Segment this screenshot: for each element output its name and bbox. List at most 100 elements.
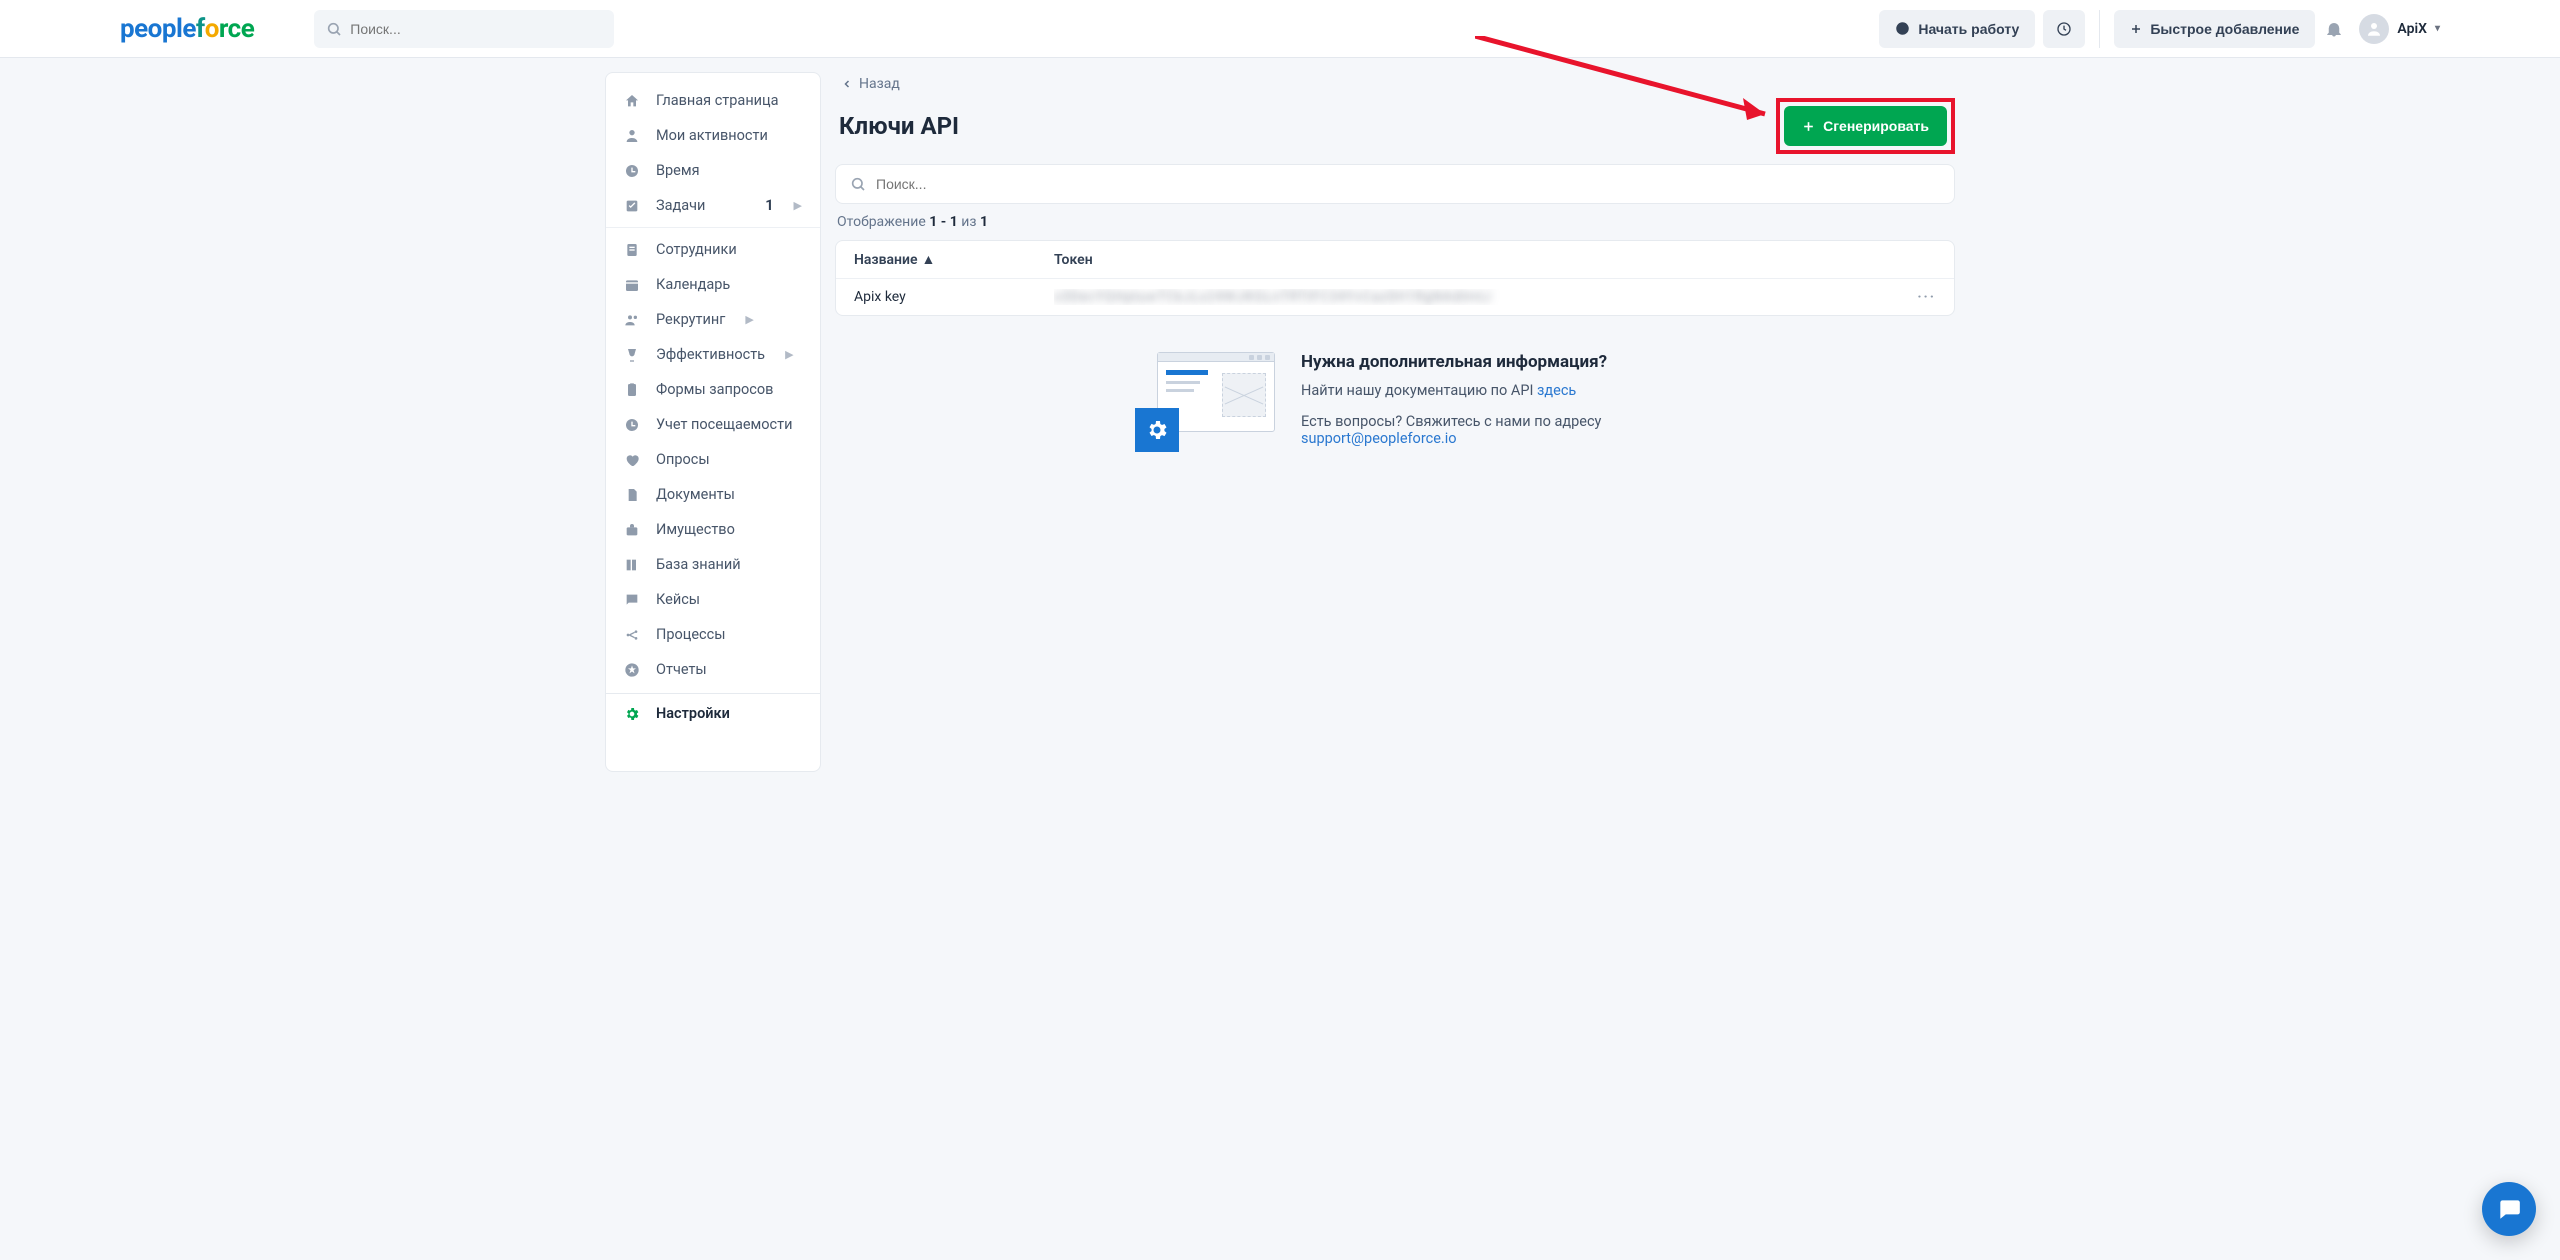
sidebar-item-label: Задачи — [656, 197, 705, 214]
start-work-label: Начать работу — [1918, 21, 2019, 37]
sidebar-item-label: Отчеты — [656, 661, 707, 678]
sort-asc-icon: ▲ — [922, 251, 936, 268]
sidebar-icon — [624, 627, 642, 643]
sidebar-icon — [624, 198, 642, 214]
sidebar-icon — [624, 163, 642, 179]
back-link[interactable]: Назад — [841, 76, 900, 92]
chevron-right-icon: ▶ — [785, 348, 793, 361]
sidebar-item-10[interactable]: Опросы — [606, 442, 820, 477]
notifications-button[interactable] — [2325, 20, 2343, 38]
sidebar-item-label: Настройки — [656, 705, 730, 722]
caret-down-icon: ▾ — [2435, 23, 2440, 34]
sidebar-icon — [624, 487, 642, 503]
sidebar-icon — [624, 347, 642, 363]
sidebar-icon — [624, 382, 642, 398]
sidebar-item-label: Имущество — [656, 521, 735, 538]
plus-icon — [1802, 120, 1815, 133]
chevron-right-icon: ▶ — [794, 199, 802, 212]
col-token[interactable]: Токен — [1054, 252, 1936, 268]
sidebar-icon — [624, 557, 642, 573]
result-count: Отображение 1 - 1 из 1 — [837, 214, 1953, 230]
sidebar-item-label: Опросы — [656, 451, 710, 468]
page-search — [835, 164, 1955, 204]
sidebar-item-label: Мои активности — [656, 127, 768, 144]
sidebar-item-7[interactable]: Эффективность ▶ — [606, 337, 820, 372]
sidebar-icon — [624, 706, 642, 722]
info-block: Нужна дополнительная информация? Найти н… — [1135, 352, 1955, 461]
sidebar-item-2[interactable]: Время — [606, 153, 820, 188]
sidebar-item-11[interactable]: Документы — [606, 477, 820, 512]
sidebar-icon — [624, 592, 642, 608]
sidebar-item-label: База знаний — [656, 556, 741, 573]
sidebar-item-14[interactable]: Кейсы — [606, 582, 820, 617]
sidebar-item-6[interactable]: Рекрутинг ▶ — [606, 302, 820, 337]
info-doc-line: Найти нашу документацию по API здесь — [1301, 382, 1607, 399]
plus-icon — [2130, 23, 2142, 35]
sidebar-item-12[interactable]: Имущество — [606, 512, 820, 547]
divider — [2099, 10, 2100, 48]
chevron-right-icon: ▶ — [745, 313, 753, 326]
quick-add-button[interactable]: Быстрое добавление — [2114, 10, 2315, 48]
annotation-highlight: Сгенерировать — [1776, 98, 1955, 154]
sidebar-item-9[interactable]: Учет посещаемости — [606, 407, 820, 442]
user-menu[interactable]: ApiX ▾ — [2359, 14, 2440, 44]
sidebar-icon — [624, 128, 642, 144]
sidebar-item-0[interactable]: Главная страница — [606, 83, 820, 118]
sidebar-item-label: Главная страница — [656, 92, 779, 109]
sidebar-item-3[interactable]: Задачи 1 ▶ — [606, 188, 820, 223]
global-search — [314, 10, 614, 48]
sidebar-item-1[interactable]: Мои активности — [606, 118, 820, 153]
info-heading: Нужна дополнительная информация? — [1301, 352, 1607, 372]
sidebar-icon — [624, 417, 642, 433]
chat-fab[interactable] — [2482, 1182, 2536, 1236]
main-content: Назад Ключи API Сгенерировать — [835, 72, 1955, 772]
sidebar-item-label: Процессы — [656, 626, 725, 643]
generate-label: Сгенерировать — [1823, 118, 1929, 134]
support-email-link[interactable]: support@peopleforce.io — [1301, 430, 1457, 447]
sidebar-item-13[interactable]: База знаний — [606, 547, 820, 582]
global-search-input[interactable] — [314, 10, 614, 48]
logo[interactable]: peopleforce — [120, 14, 254, 44]
gauge-icon — [1895, 21, 1910, 36]
info-illustration — [1135, 352, 1275, 452]
history-button[interactable] — [2043, 10, 2085, 48]
sidebar-item-8[interactable]: Формы запросов — [606, 372, 820, 407]
sidebar-item-label: Формы запросов — [656, 381, 773, 398]
sidebar-item-label: Время — [656, 162, 700, 179]
sidebar-icon — [624, 242, 642, 258]
api-keys-table: Название ▲ Токен Apix key x3DecYQHptuwTC… — [835, 240, 1955, 316]
clock-icon — [2056, 21, 2072, 37]
sidebar-item-15[interactable]: Процессы — [606, 617, 820, 652]
sidebar-badge: 1 — [765, 197, 773, 214]
user-name: ApiX — [2397, 21, 2427, 37]
sidebar-icon — [624, 522, 642, 538]
back-label: Назад — [859, 76, 900, 92]
col-name[interactable]: Название ▲ — [854, 251, 1054, 268]
sidebar-item-5[interactable]: Календарь — [606, 267, 820, 302]
start-work-button[interactable]: Начать работу — [1879, 10, 2035, 48]
row-actions-button[interactable]: ··· — [1917, 289, 1936, 305]
table-row: Apix key x3DecYQHptuwTCkJLx24WJKGLnTRTtF… — [836, 279, 1954, 315]
sidebar-icon — [624, 452, 642, 468]
page-search-input[interactable] — [836, 165, 1954, 203]
sidebar-icon — [624, 312, 642, 328]
page-title: Ключи API — [839, 112, 959, 140]
table-header: Название ▲ Токен — [836, 241, 1954, 279]
docs-link[interactable]: здесь — [1537, 382, 1576, 399]
sidebar-item-16[interactable]: Отчеты — [606, 652, 820, 687]
chevron-left-icon — [841, 78, 853, 90]
sidebar-item-4[interactable]: Сотрудники — [606, 232, 820, 267]
sidebar-item-17[interactable]: Настройки — [606, 693, 820, 731]
quick-add-label: Быстрое добавление — [2150, 21, 2299, 37]
search-icon — [850, 176, 866, 192]
sidebar-icon — [624, 93, 642, 109]
info-support-line: Есть вопросы? Свяжитесь с нами по адресу… — [1301, 413, 1607, 447]
topbar: peopleforce Начать работу Быстрое добавл… — [0, 0, 2560, 58]
sidebar-item-label: Документы — [656, 486, 735, 503]
sidebar-item-label: Кейсы — [656, 591, 700, 608]
generate-button[interactable]: Сгенерировать — [1784, 106, 1947, 146]
sidebar-icon — [624, 662, 642, 678]
sidebar-item-label: Календарь — [656, 276, 730, 293]
cell-name: Apix key — [854, 289, 1054, 305]
avatar — [2359, 14, 2389, 44]
